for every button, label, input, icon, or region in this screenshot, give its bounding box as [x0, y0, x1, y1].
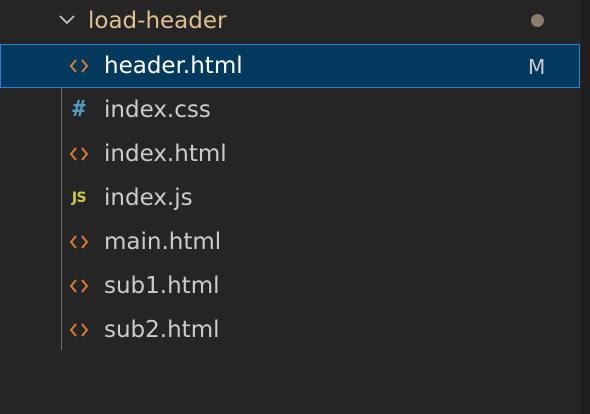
file-row-sub1-html[interactable]: sub1.html: [0, 264, 580, 308]
file-row-index-js[interactable]: JS index.js: [0, 176, 580, 220]
folder-row-load-header[interactable]: load-header: [0, 0, 580, 44]
file-label: main.html: [104, 229, 222, 255]
file-row-sub2-html[interactable]: sub2.html: [0, 308, 580, 352]
html-file-icon: [68, 231, 90, 253]
file-list: header.html M # index.css index.html JS …: [0, 44, 580, 352]
file-row-header-html[interactable]: header.html M: [0, 44, 580, 88]
scrollbar-track[interactable]: [581, 0, 590, 414]
js-file-icon: JS: [71, 190, 87, 206]
file-row-index-css[interactable]: # index.css: [0, 88, 580, 132]
html-file-icon: [68, 55, 90, 77]
file-label: header.html: [104, 53, 243, 79]
css-file-icon: #: [72, 97, 86, 122]
html-file-icon: [68, 143, 90, 165]
file-explorer: load-header header.html M # index.css in…: [0, 0, 590, 414]
file-label: index.js: [104, 185, 193, 211]
file-row-index-html[interactable]: index.html: [0, 132, 580, 176]
file-label: index.css: [104, 97, 211, 123]
html-file-icon: [68, 319, 90, 341]
chevron-down-icon: [59, 15, 75, 25]
file-label: sub1.html: [104, 273, 220, 299]
git-status-badge: M: [528, 55, 546, 79]
file-row-main-html[interactable]: main.html: [0, 220, 580, 264]
html-file-icon: [68, 275, 90, 297]
folder-label: load-header: [88, 8, 227, 34]
file-label: sub2.html: [104, 317, 220, 343]
changes-dot-icon: [531, 14, 544, 27]
file-label: index.html: [104, 141, 227, 167]
